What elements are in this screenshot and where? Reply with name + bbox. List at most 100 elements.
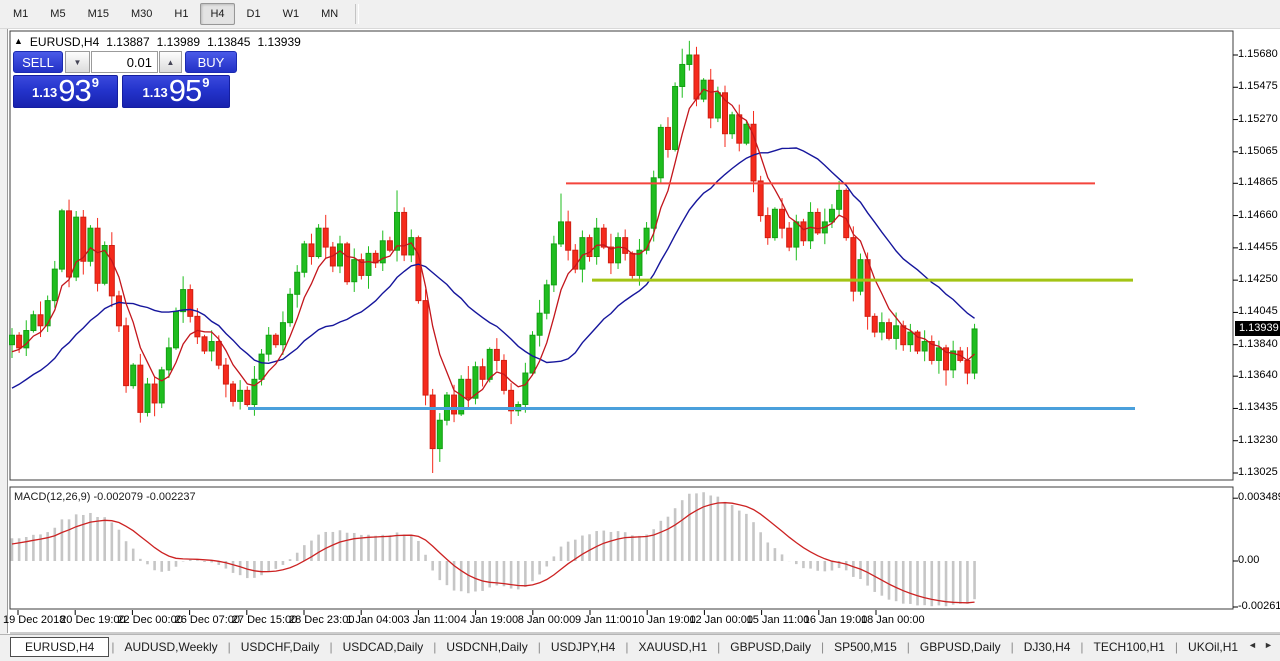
candle-body bbox=[594, 228, 599, 256]
price-scale-label: 1.15065 bbox=[1238, 145, 1278, 157]
candle-body bbox=[216, 342, 221, 366]
candle-body bbox=[387, 241, 392, 250]
buy-price-big: 95 bbox=[169, 78, 201, 104]
time-scale-label: 20 Dec 19:00 bbox=[60, 614, 125, 626]
candle-body bbox=[52, 269, 57, 300]
candle-body bbox=[566, 222, 571, 250]
candle-body bbox=[74, 217, 79, 277]
candle-body bbox=[252, 379, 257, 404]
symbol-tabbar: EURUSD,H4|AUDUSD,Weekly|USDCHF,Daily|USD… bbox=[0, 634, 1280, 658]
candle-body bbox=[95, 228, 100, 283]
candle-body bbox=[195, 316, 200, 336]
candle-body bbox=[694, 55, 699, 99]
lot-size-input[interactable] bbox=[91, 51, 158, 73]
collapse-trade-panel-icon[interactable]: ▲ bbox=[14, 36, 23, 46]
candle-body bbox=[10, 335, 15, 344]
candle-body bbox=[537, 313, 542, 335]
candle-body bbox=[801, 222, 806, 241]
candle-body bbox=[936, 348, 941, 361]
candle-body bbox=[88, 228, 93, 261]
candle-body bbox=[829, 209, 834, 222]
candle-body bbox=[202, 337, 207, 351]
candle-body bbox=[872, 316, 877, 332]
ohlc-close: 1.13939 bbox=[257, 35, 300, 49]
candle-body bbox=[124, 326, 129, 386]
candle-body bbox=[416, 238, 421, 301]
candle-body bbox=[658, 127, 663, 177]
symbol-tab-usdcnh-daily[interactable]: USDCNH,Daily bbox=[436, 638, 537, 656]
candle-body bbox=[644, 228, 649, 250]
tab-scroll-right-icon[interactable]: ► bbox=[1264, 640, 1273, 650]
symbol-tab-tech100-h1[interactable]: TECH100,H1 bbox=[1084, 638, 1175, 656]
macd-indicator-label: MACD(12,26,9) -0.002079 -0.002237 bbox=[14, 491, 196, 503]
candle-body bbox=[273, 335, 278, 344]
sell-price-box[interactable]: 1.13 93 9 bbox=[13, 75, 118, 108]
candle-body bbox=[38, 315, 43, 326]
lot-increase-button[interactable]: ▲ bbox=[159, 51, 182, 73]
candle-body bbox=[715, 93, 720, 118]
symbol-tab-xauusd-h1[interactable]: XAUUSD,H1 bbox=[628, 638, 717, 656]
tab-scroll-left-icon[interactable]: ◄ bbox=[1248, 640, 1257, 650]
time-scale-label: 18 Jan 00:00 bbox=[861, 614, 925, 626]
time-scale-label: 9 Jan 11:00 bbox=[575, 614, 632, 626]
candle-body bbox=[787, 228, 792, 247]
ohlc-high: 1.13989 bbox=[157, 35, 200, 49]
time-scale-label: 19 Dec 2018 bbox=[3, 614, 65, 626]
candle-body bbox=[616, 238, 621, 263]
candle-body bbox=[580, 238, 585, 269]
candle-body bbox=[366, 253, 371, 275]
candle-body bbox=[131, 365, 136, 385]
price-scale-label: 1.15680 bbox=[1238, 48, 1278, 60]
price-scale-label: 1.14045 bbox=[1238, 305, 1278, 317]
candle-body bbox=[138, 365, 143, 412]
candle-body bbox=[395, 212, 400, 250]
sell-button[interactable]: SELL bbox=[13, 51, 63, 73]
symbol-tab-usdcad-daily[interactable]: USDCAD,Daily bbox=[333, 638, 434, 656]
arrow-down-icon: ▼ bbox=[74, 58, 82, 67]
symbol-tab-eurusd-h4[interactable]: EURUSD,H4 bbox=[10, 637, 109, 657]
ohlc-open: 1.13887 bbox=[106, 35, 149, 49]
price-scale-label: 1.14455 bbox=[1238, 241, 1278, 253]
candle-body bbox=[352, 260, 357, 282]
current-price-badge: 1.13939 bbox=[1235, 321, 1280, 336]
candle-body bbox=[487, 349, 492, 379]
candle-body bbox=[152, 384, 157, 403]
candle-body bbox=[523, 373, 528, 404]
macd-scale-label: -0.002617 bbox=[1238, 600, 1280, 612]
candle-body bbox=[159, 370, 164, 403]
candle-body bbox=[145, 384, 150, 412]
candle-body bbox=[59, 211, 64, 269]
price-scale-label: 1.14865 bbox=[1238, 176, 1278, 188]
time-scale-label: 27 Dec 15:00 bbox=[232, 614, 297, 626]
symbol-tab-gbpusd-daily[interactable]: GBPUSD,Daily bbox=[910, 638, 1011, 656]
buy-price-box[interactable]: 1.13 95 9 bbox=[122, 75, 230, 108]
symbol-tab-sp500-m15[interactable]: SP500,M15 bbox=[824, 638, 907, 656]
candle-body bbox=[879, 323, 884, 332]
candle-body bbox=[680, 64, 685, 86]
symbol-tab-audusd-weekly[interactable]: AUDUSD,Weekly bbox=[114, 638, 227, 656]
candle-body bbox=[309, 244, 314, 257]
candle-body bbox=[280, 323, 285, 345]
candle-body bbox=[181, 290, 186, 312]
candle-body bbox=[837, 190, 842, 209]
candle-body bbox=[815, 212, 820, 232]
time-scale-label: 12 Jan 00:00 bbox=[689, 614, 753, 626]
candle-body bbox=[559, 222, 564, 244]
lot-decrease-button[interactable]: ▼ bbox=[65, 51, 90, 73]
symbol-tab-usdjpy-h4[interactable]: USDJPY,H4 bbox=[541, 638, 625, 656]
symbol-tab-ukoil-h1[interactable]: UKOil,H1 bbox=[1178, 638, 1248, 656]
candle-body bbox=[188, 290, 193, 317]
buy-price-pip: 9 bbox=[202, 75, 209, 90]
candle-body bbox=[894, 326, 899, 339]
candle-body bbox=[430, 395, 435, 449]
candle-body bbox=[109, 246, 114, 296]
candle-body bbox=[437, 420, 442, 448]
candle-body bbox=[972, 329, 977, 373]
symbol-tab-gbpusd-daily[interactable]: GBPUSD,Daily bbox=[720, 638, 821, 656]
symbol-tab-usdchf-daily[interactable]: USDCHF,Daily bbox=[231, 638, 330, 656]
candle-body bbox=[231, 384, 236, 401]
buy-button[interactable]: BUY bbox=[185, 51, 237, 73]
candle-body bbox=[865, 260, 870, 317]
symbol-tab-dj30-h4[interactable]: DJ30,H4 bbox=[1014, 638, 1081, 656]
candle-body bbox=[808, 212, 813, 240]
